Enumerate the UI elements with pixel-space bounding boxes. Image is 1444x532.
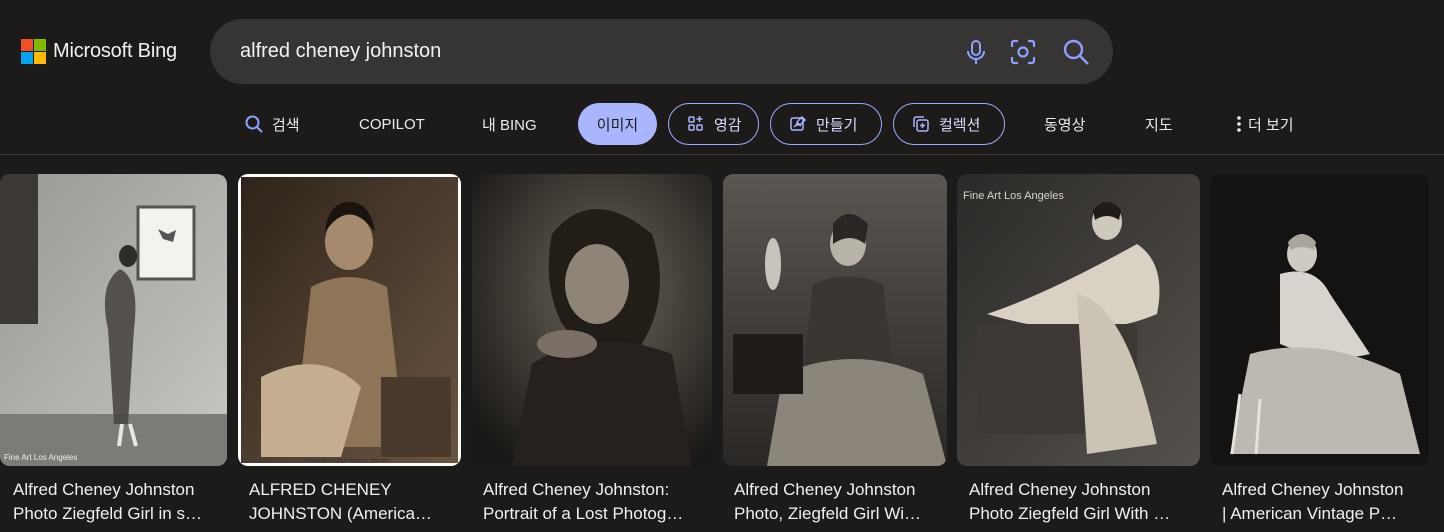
brand-name: Microsoft Bing: [53, 40, 177, 62]
caption-line: Portrait of a Lost Photog…: [483, 504, 684, 523]
result-thumbnail[interactable]: Imaged by Heritage Auctions, HA.com: [238, 174, 461, 466]
search-box[interactable]: alfred cheney johnston: [210, 19, 1113, 84]
search-icon: [244, 114, 264, 134]
result-caption[interactable]: Alfred Cheney Johnston Photo, Ziegfeld G…: [734, 478, 944, 526]
result-caption[interactable]: ALFRED CHENEY JOHNSTON (America…: [249, 478, 459, 526]
tab-inspiration[interactable]: 영감: [668, 103, 759, 145]
header-divider: [0, 154, 1444, 155]
result-thumbnail[interactable]: [723, 174, 947, 466]
caption-line: ALFRED CHENEY: [249, 480, 392, 499]
result-caption[interactable]: Alfred Cheney Johnston | American Vintag…: [1222, 478, 1432, 526]
result-thumbnail[interactable]: [472, 174, 712, 466]
tab-my-bing[interactable]: 내 BING: [482, 103, 537, 145]
caption-line: Alfred Cheney Johnston: [1222, 480, 1404, 499]
visual-search-icon[interactable]: [1008, 37, 1038, 67]
search-icon[interactable]: [1061, 37, 1091, 67]
caption-line: JOHNSTON (America…: [249, 504, 432, 523]
microsoft-logo-icon: [21, 39, 46, 64]
result-thumbnail[interactable]: Fine Art Los Angeles: [957, 174, 1200, 466]
bing-logo[interactable]: Microsoft Bing: [21, 39, 177, 64]
caption-line: Photo Ziegfeld Girl With …: [969, 504, 1171, 523]
tab-maps[interactable]: 지도: [1145, 103, 1173, 145]
result-thumbnail[interactable]: Fine Art Los Angeles: [0, 174, 227, 466]
tab-search[interactable]: 검색: [244, 103, 300, 145]
tab-videos[interactable]: 동영상: [1044, 103, 1085, 145]
tab-label: 더 보기: [1248, 116, 1294, 134]
tab-copilot[interactable]: COPILOT: [359, 103, 425, 145]
tab-label: 지도: [1145, 116, 1173, 134]
more-vertical-icon: [1236, 115, 1242, 133]
tab-label: 동영상: [1044, 116, 1086, 134]
result-caption[interactable]: Alfred Cheney Johnston Photo Ziegfeld Gi…: [969, 478, 1194, 526]
caption-line: | American Vintage P…: [1222, 504, 1398, 523]
caption-line: Alfred Cheney Johnston:: [483, 480, 670, 499]
tab-create[interactable]: 만들기: [770, 103, 882, 145]
scope-tabs: 검색 COPILOT 내 BING 이미지 영감 만들기 컬렉션 동영상 지도 …: [0, 103, 1444, 145]
result-thumbnail[interactable]: [1210, 174, 1429, 466]
search-input[interactable]: alfred cheney johnston: [240, 40, 441, 63]
thumbnail-watermark: Fine Art Los Angeles: [4, 453, 78, 462]
tab-images[interactable]: 이미지: [578, 103, 657, 145]
tab-label: 만들기: [816, 116, 858, 134]
caption-line: Alfred Cheney Johnston: [969, 480, 1151, 499]
tab-label: 내 BING: [482, 116, 537, 134]
tab-label: 검색: [272, 116, 300, 134]
inspiration-icon: [686, 114, 706, 134]
caption-line: Alfred Cheney Johnston: [13, 480, 195, 499]
collection-icon: [911, 114, 931, 134]
caption-line: Photo Ziegfeld Girl in s…: [13, 504, 202, 523]
thumbnail-watermark: Imaged by Heritage Auctions, HA.com: [304, 458, 389, 464]
tab-label: COPILOT: [359, 115, 425, 133]
caption-line: Photo, Ziegfeld Girl Wi…: [734, 504, 922, 523]
tab-more[interactable]: 더 보기: [1236, 103, 1294, 145]
thumbnail-watermark: Fine Art Los Angeles: [963, 190, 1064, 202]
result-caption[interactable]: Alfred Cheney Johnston: Portrait of a Lo…: [483, 478, 708, 526]
tab-label: 영감: [714, 116, 742, 134]
create-icon: [788, 114, 808, 134]
tab-collections[interactable]: 컬렉션: [893, 103, 1005, 145]
microphone-icon[interactable]: [961, 37, 991, 67]
tab-label: 이미지: [596, 116, 639, 134]
tab-label: 컬렉션: [939, 116, 981, 134]
result-caption[interactable]: Alfred Cheney Johnston Photo Ziegfeld Gi…: [13, 478, 223, 526]
caption-line: Alfred Cheney Johnston: [734, 480, 916, 499]
